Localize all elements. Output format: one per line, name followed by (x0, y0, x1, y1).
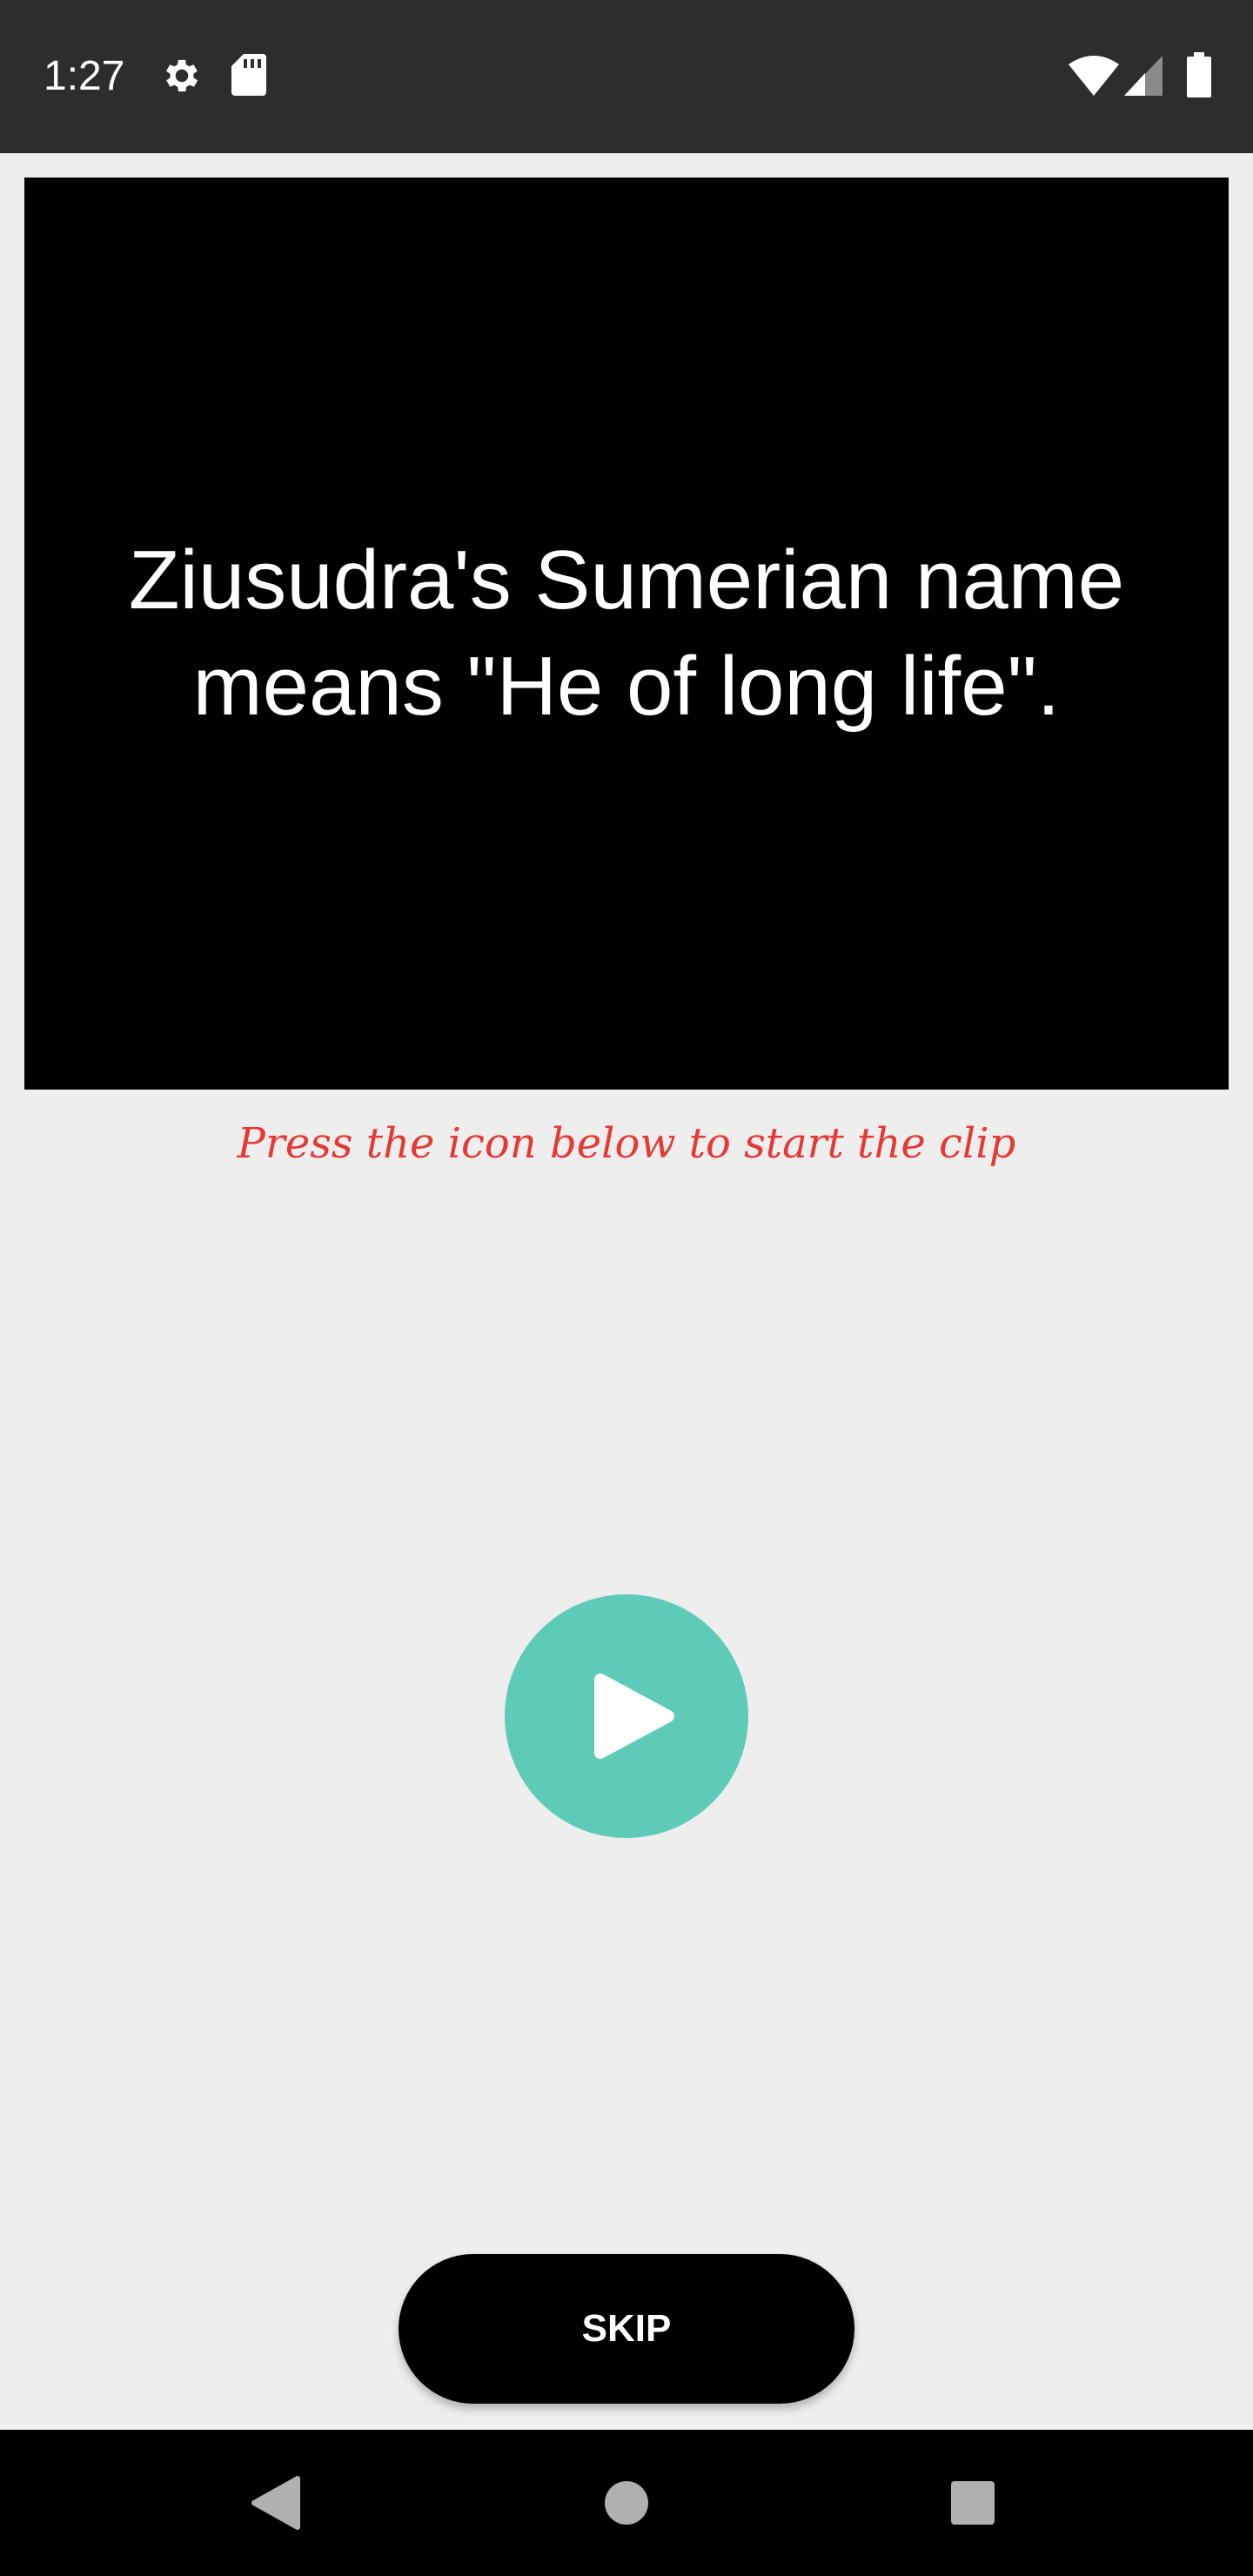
sd-card-icon (231, 54, 266, 96)
cell-signal-icon (1124, 56, 1163, 96)
play-icon (594, 1674, 674, 1759)
fact-text: Ziusudra's Sumerian name means "He of lo… (128, 533, 1125, 733)
back-icon[interactable] (249, 2475, 301, 2531)
skip-button[interactable]: SKIP (399, 2254, 854, 2404)
navigation-bar (0, 2430, 1253, 2576)
recents-icon[interactable] (950, 2480, 995, 2526)
wifi-icon (1069, 56, 1119, 96)
status-time: 1:27 (44, 53, 125, 99)
video-panel: Ziusudra's Sumerian name means "He of lo… (24, 178, 1229, 1090)
hint-text: Press the icon below to start the clip (237, 1119, 1016, 1168)
play-button[interactable] (505, 1594, 748, 1838)
battery-icon (1187, 52, 1211, 97)
gear-icon (166, 59, 198, 92)
status-bar: 1:27 (0, 0, 1253, 153)
home-icon[interactable] (604, 2480, 649, 2526)
